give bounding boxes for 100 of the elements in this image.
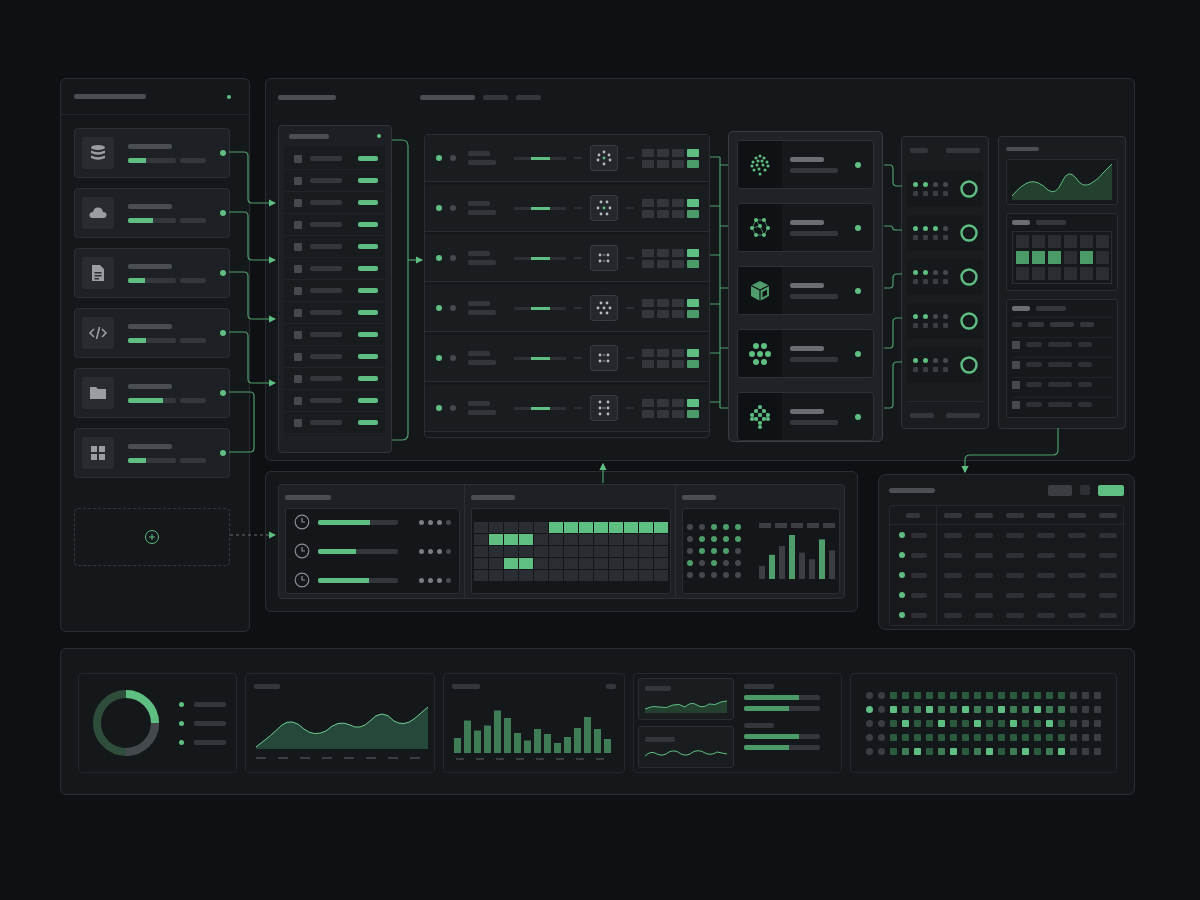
pipeline-row[interactable] bbox=[425, 185, 710, 232]
skeleton-line bbox=[1078, 362, 1092, 367]
ring-icon bbox=[959, 179, 979, 199]
skeleton-line bbox=[1012, 306, 1030, 311]
square-icon bbox=[1012, 380, 1020, 389]
skeleton-line bbox=[194, 720, 226, 726]
progress-bar bbox=[531, 256, 566, 260]
add-button[interactable] bbox=[1098, 484, 1124, 496]
skeleton-line bbox=[1026, 362, 1042, 367]
column-header bbox=[1036, 512, 1055, 518]
skeleton-line bbox=[468, 201, 491, 206]
skeleton-line bbox=[310, 332, 342, 337]
square-icon bbox=[294, 198, 302, 207]
skeleton-line bbox=[790, 167, 839, 173]
status-dot bbox=[227, 94, 231, 99]
source-card[interactable] bbox=[74, 368, 230, 418]
source-card[interactable] bbox=[74, 248, 230, 298]
model-card[interactable] bbox=[737, 203, 875, 252]
source-card[interactable] bbox=[74, 428, 230, 478]
status-square bbox=[943, 323, 949, 328]
progress-bar bbox=[128, 157, 176, 163]
node-button[interactable] bbox=[590, 295, 618, 321]
ring-icon bbox=[959, 267, 979, 287]
ring-icon bbox=[959, 223, 979, 243]
model-card[interactable] bbox=[737, 266, 875, 315]
skeleton-line bbox=[254, 684, 281, 689]
skeleton-line bbox=[1036, 532, 1055, 538]
node-button[interactable] bbox=[590, 195, 618, 221]
skeleton-line bbox=[468, 251, 491, 256]
model-card[interactable] bbox=[737, 140, 875, 189]
skeleton-line bbox=[468, 301, 491, 306]
skeleton-line bbox=[1048, 362, 1072, 367]
skeleton-line bbox=[790, 345, 825, 351]
skeleton-line bbox=[1098, 552, 1117, 558]
skeleton-line bbox=[1005, 612, 1024, 618]
column-header bbox=[906, 512, 921, 518]
skeleton-line bbox=[943, 572, 962, 578]
skeleton-line bbox=[1005, 552, 1024, 558]
skeleton-line bbox=[128, 443, 172, 449]
skeleton-line bbox=[974, 612, 993, 618]
node-button[interactable] bbox=[590, 345, 618, 371]
node-button[interactable] bbox=[590, 145, 618, 171]
column-header bbox=[1005, 512, 1024, 518]
dot-matrix-drawing bbox=[687, 524, 741, 578]
square-icon bbox=[294, 352, 302, 361]
pipeline-row[interactable] bbox=[425, 335, 710, 382]
progress-bar bbox=[531, 206, 566, 210]
skeleton-line bbox=[310, 200, 342, 205]
status-square bbox=[933, 191, 939, 196]
skeleton-line bbox=[1048, 382, 1072, 387]
skeleton-line bbox=[790, 419, 839, 425]
status-dot bbox=[446, 577, 451, 583]
node-button[interactable] bbox=[590, 245, 618, 271]
skeleton-line bbox=[644, 737, 675, 742]
node-button[interactable] bbox=[590, 395, 618, 421]
square-icon bbox=[294, 286, 302, 295]
skeleton-line bbox=[310, 310, 342, 315]
skeleton-line bbox=[790, 230, 839, 236]
skeleton-line bbox=[310, 222, 342, 227]
skeleton-line bbox=[310, 420, 342, 425]
column-header bbox=[1098, 512, 1117, 518]
skeleton-line bbox=[1080, 322, 1094, 327]
pipeline-row[interactable] bbox=[425, 135, 710, 182]
skeleton-line bbox=[682, 495, 716, 500]
progress-bar bbox=[531, 356, 566, 360]
status-dot bbox=[419, 577, 424, 583]
skeleton-line bbox=[605, 684, 616, 689]
skeleton-line bbox=[1098, 572, 1117, 578]
skeleton-line bbox=[911, 532, 928, 538]
status-dot bbox=[428, 519, 433, 525]
status-square bbox=[933, 235, 939, 240]
skeleton-line bbox=[911, 552, 928, 558]
skeleton-line bbox=[943, 532, 962, 538]
status-square bbox=[923, 323, 929, 328]
skeleton-line bbox=[468, 401, 491, 406]
status-dot bbox=[437, 577, 442, 583]
pipeline-row[interactable] bbox=[425, 235, 710, 282]
skeleton-line bbox=[790, 356, 839, 362]
skeleton-line bbox=[74, 94, 146, 99]
status-dot bbox=[450, 355, 457, 361]
clock-icon bbox=[294, 572, 310, 588]
pipeline-row[interactable] bbox=[425, 285, 710, 332]
source-card[interactable] bbox=[74, 128, 230, 178]
status-square bbox=[943, 279, 949, 284]
status-square bbox=[913, 235, 919, 240]
model-card[interactable] bbox=[737, 392, 875, 441]
pipeline-row[interactable] bbox=[425, 385, 710, 432]
skeleton-line bbox=[889, 487, 935, 493]
skeleton-line bbox=[1005, 532, 1024, 538]
model-card[interactable] bbox=[737, 329, 875, 378]
square-icon bbox=[294, 396, 302, 405]
square-icon bbox=[294, 264, 302, 273]
progress-bar bbox=[531, 156, 566, 160]
source-card[interactable] bbox=[74, 308, 230, 358]
skeleton-line bbox=[1048, 342, 1072, 347]
status-square bbox=[943, 191, 949, 196]
skeleton-line bbox=[452, 684, 481, 689]
skeleton-line bbox=[1026, 402, 1042, 407]
source-card[interactable] bbox=[74, 188, 230, 238]
status-dot bbox=[377, 134, 382, 138]
